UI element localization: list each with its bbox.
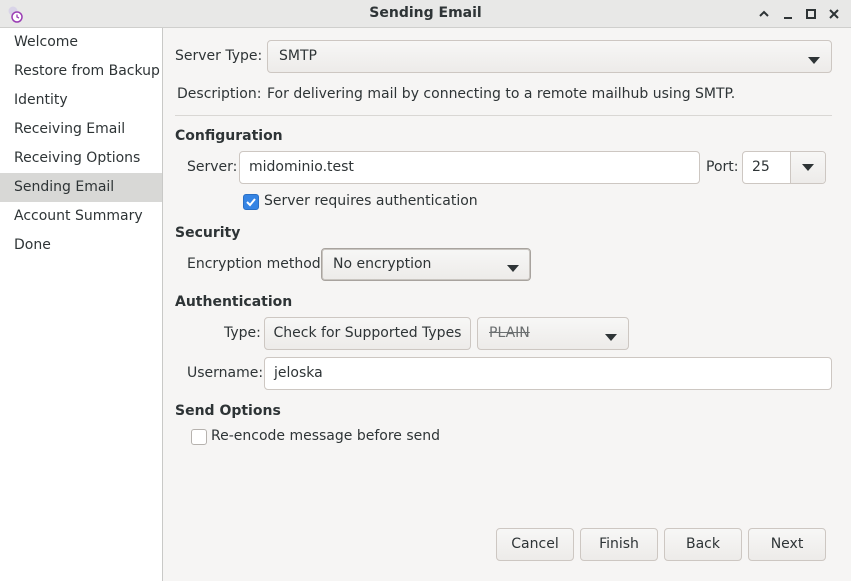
dropdown-arrow-icon bbox=[507, 261, 519, 272]
back-button[interactable]: Back bbox=[664, 528, 742, 561]
port-value: 25 bbox=[752, 159, 770, 175]
divider bbox=[175, 115, 832, 116]
auth-required-label[interactable]: Server requires authentication bbox=[264, 193, 478, 209]
finish-button[interactable]: Finish bbox=[580, 528, 658, 561]
security-heading: Security bbox=[175, 225, 241, 241]
encryption-value: No encryption bbox=[333, 256, 432, 272]
chevron-up-icon[interactable] bbox=[756, 6, 772, 22]
username-label: Username: bbox=[187, 365, 264, 381]
username-input[interactable]: jeloska bbox=[264, 357, 832, 390]
sidebar-item-account-summary[interactable]: Account Summary bbox=[0, 202, 162, 231]
reencode-label[interactable]: Re-encode message before send bbox=[211, 428, 440, 444]
server-type-label: Server Type: bbox=[175, 48, 263, 64]
port-spinbox[interactable]: 25 bbox=[742, 151, 826, 184]
port-label: Port: bbox=[706, 159, 739, 175]
close-icon[interactable] bbox=[826, 6, 842, 22]
dropdown-arrow-icon bbox=[808, 53, 820, 64]
minimize-icon[interactable] bbox=[780, 6, 796, 22]
maximize-icon[interactable] bbox=[803, 6, 819, 22]
window-title: Sending Email bbox=[369, 5, 482, 21]
checkmark-icon bbox=[246, 198, 256, 207]
auth-type-dropdown[interactable]: PLAIN bbox=[477, 317, 629, 350]
sidebar-item-welcome[interactable]: Welcome bbox=[0, 28, 162, 57]
sidebar: Welcome Restore from Backup Identity Rec… bbox=[0, 28, 163, 581]
auth-required-checkbox[interactable] bbox=[243, 194, 259, 210]
dropdown-arrow-icon bbox=[605, 330, 617, 341]
server-type-dropdown[interactable]: SMTP bbox=[267, 40, 832, 73]
cancel-button[interactable]: Cancel bbox=[496, 528, 574, 561]
auth-type-value: PLAIN bbox=[489, 325, 530, 341]
sidebar-item-receiving-options[interactable]: Receiving Options bbox=[0, 144, 162, 173]
authentication-heading: Authentication bbox=[175, 294, 293, 310]
encryption-label: Encryption method: bbox=[187, 256, 326, 272]
auth-type-label: Type: bbox=[224, 325, 261, 341]
description-label: Description: bbox=[177, 86, 262, 102]
configuration-heading: Configuration bbox=[175, 128, 283, 144]
reencode-checkbox[interactable] bbox=[191, 429, 207, 445]
send-options-heading: Send Options bbox=[175, 403, 281, 419]
check-supported-types-button[interactable]: Check for Supported Types bbox=[264, 317, 471, 350]
main-content: Server Type: SMTP Description: For deliv… bbox=[163, 28, 851, 581]
port-dropdown-button[interactable] bbox=[790, 152, 825, 183]
sidebar-item-restore-from-backup[interactable]: Restore from Backup bbox=[0, 57, 162, 86]
description-text: For delivering mail by connecting to a r… bbox=[267, 86, 736, 102]
server-type-value: SMTP bbox=[279, 48, 317, 64]
title-bar: Sending Email bbox=[0, 0, 851, 28]
server-input[interactable]: midominio.test bbox=[239, 151, 700, 184]
sidebar-item-receiving-email[interactable]: Receiving Email bbox=[0, 115, 162, 144]
encryption-dropdown[interactable]: No encryption bbox=[321, 248, 531, 281]
sidebar-item-identity[interactable]: Identity bbox=[0, 86, 162, 115]
sidebar-item-sending-email[interactable]: Sending Email bbox=[0, 173, 162, 202]
server-label: Server: bbox=[187, 159, 238, 175]
next-button[interactable]: Next bbox=[748, 528, 826, 561]
sidebar-item-done[interactable]: Done bbox=[0, 231, 162, 260]
